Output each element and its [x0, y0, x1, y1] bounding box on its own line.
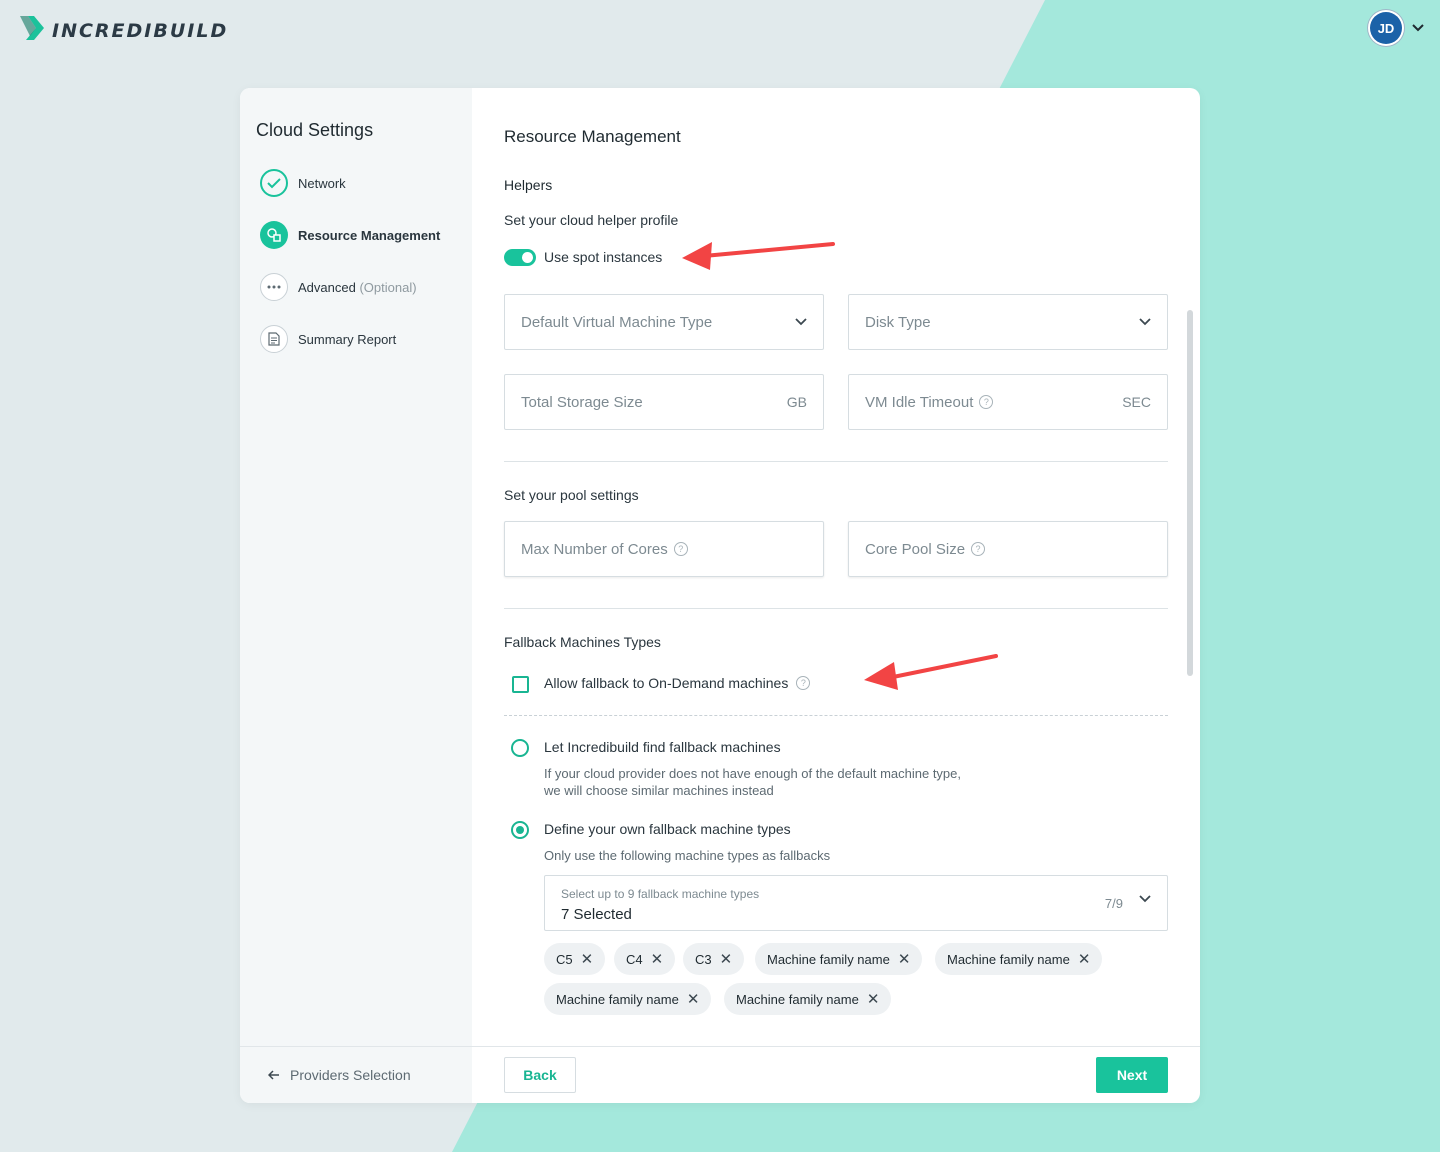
check-icon — [260, 169, 288, 197]
sidebar-item-label: Resource Management — [298, 227, 441, 243]
machine-chip: C4 ✕ — [614, 943, 676, 975]
machine-chip: C3 ✕ — [683, 943, 745, 975]
chip-label: C4 — [626, 951, 643, 967]
helpers-heading: Helpers — [504, 177, 553, 193]
back-button[interactable]: Back — [504, 1057, 576, 1093]
dashed-divider — [504, 715, 1168, 716]
disk-type-select[interactable]: Disk Type — [848, 294, 1168, 350]
allow-fallback-row: Allow fallback to On-Demand machines ? — [544, 675, 811, 691]
sidebar-item-network[interactable]: Network — [260, 169, 346, 197]
arrow-left-icon — [268, 1070, 279, 1080]
user-menu[interactable]: JD — [1370, 12, 1424, 44]
avatar[interactable]: JD — [1370, 12, 1402, 44]
incredibuild-logo[interactable]: INCREDIBUILD — [18, 14, 228, 42]
fallback-heading: Fallback Machines Types — [504, 634, 661, 650]
select-value: 7 Selected — [561, 906, 632, 923]
machine-chip: Machine family name ✕ — [755, 943, 923, 975]
chip-label: Machine family name — [947, 951, 1070, 967]
radio-custom-fallback[interactable] — [511, 821, 529, 839]
max-cores-placeholder: Max Number of Cores — [521, 540, 668, 558]
scrollbar[interactable] — [1187, 310, 1193, 676]
helper-profile-label: Set your cloud helper profile — [504, 212, 679, 228]
chip-label: Machine family name — [556, 991, 679, 1007]
chip-label: C3 — [695, 951, 712, 967]
pool-settings-heading: Set your pool settings — [504, 487, 639, 503]
custom-fallback-desc: Only use the following machine types as … — [544, 848, 831, 863]
select-placeholder: Select up to 9 fallback machine types — [561, 887, 760, 901]
logo-text: INCREDIBUILD — [52, 20, 229, 42]
sidebar-title: Cloud Settings — [256, 120, 374, 140]
providers-selection-link[interactable]: Providers Selection — [240, 1046, 472, 1103]
storage-unit: GB — [786, 394, 807, 410]
auto-fallback-desc-line2: we will choose similar machines instead — [544, 783, 774, 798]
chevron-down-icon — [1139, 895, 1151, 903]
vm-type-select[interactable]: Default Virtual Machine Type — [504, 294, 824, 350]
section-divider — [504, 608, 1168, 609]
remove-icon[interactable]: ✕ — [867, 990, 880, 1008]
sidebar-item-label: Network — [298, 175, 346, 191]
remove-icon[interactable]: ✕ — [581, 950, 594, 968]
spot-instances-toggle[interactable] — [504, 249, 536, 266]
chevron-down-icon — [795, 318, 807, 326]
chip-label: Machine family name — [736, 991, 859, 1007]
help-icon[interactable]: ? — [796, 676, 811, 690]
wizard-footer: Back Next — [472, 1046, 1200, 1103]
idle-timeout-unit: SEC — [1122, 394, 1151, 410]
section-divider — [504, 461, 1168, 462]
allow-fallback-checkbox[interactable] — [512, 676, 529, 693]
radio-auto-fallback[interactable] — [511, 739, 529, 757]
wizard-card: Cloud Settings Network Resource Manageme… — [240, 88, 1200, 1103]
fallback-machine-types-select[interactable]: Select up to 9 fallback machine types 7 … — [544, 875, 1168, 931]
help-icon[interactable]: ? — [673, 542, 688, 556]
machine-chip: Machine family name ✕ — [544, 983, 712, 1015]
chevron-down-icon[interactable] — [1412, 24, 1424, 32]
resources-icon — [260, 221, 288, 249]
auto-fallback-desc-line1: If your cloud provider does not have eno… — [544, 766, 961, 781]
providers-selection-label: Providers Selection — [290, 1067, 411, 1083]
custom-fallback-label: Define your own fallback machine types — [544, 821, 791, 837]
spot-instances-label: Use spot instances — [544, 249, 663, 265]
help-icon[interactable]: ? — [979, 395, 994, 409]
remove-icon[interactable]: ✕ — [898, 950, 911, 968]
storage-size-input[interactable]: Total Storage Size GB — [504, 374, 824, 430]
idle-timeout-input[interactable]: VM Idle Timeout ? SEC — [848, 374, 1168, 430]
next-button[interactable]: Next — [1096, 1057, 1168, 1093]
sidebar-item-summary-report[interactable]: Summary Report — [260, 325, 396, 353]
max-cores-input[interactable]: Max Number of Cores ? — [504, 521, 824, 577]
remove-icon[interactable]: ✕ — [651, 950, 664, 968]
machine-chip: Machine family name ✕ — [724, 983, 892, 1015]
logo-mark-icon — [20, 16, 44, 40]
remove-icon[interactable]: ✕ — [720, 950, 733, 968]
chip-label: C5 — [556, 951, 573, 967]
remove-icon[interactable]: ✕ — [1078, 950, 1091, 968]
storage-size-placeholder: Total Storage Size — [521, 393, 643, 411]
remove-icon[interactable]: ✕ — [687, 990, 700, 1008]
sidebar-item-label: Advanced (Optional) — [298, 279, 417, 295]
vm-type-placeholder: Default Virtual Machine Type — [521, 313, 713, 331]
machine-chip: C5 ✕ — [544, 943, 606, 975]
disk-type-placeholder: Disk Type — [865, 313, 931, 331]
allow-fallback-label: Allow fallback to On-Demand machines — [544, 675, 789, 691]
more-dots-icon — [260, 273, 288, 301]
core-pool-size-input[interactable]: Core Pool Size ? — [848, 521, 1168, 577]
core-pool-size-placeholder: Core Pool Size — [865, 540, 966, 558]
idle-timeout-placeholder: VM Idle Timeout — [865, 393, 974, 411]
wizard-sidebar: Cloud Settings Network Resource Manageme… — [240, 88, 472, 1103]
help-icon[interactable]: ? — [971, 542, 986, 556]
auto-fallback-label: Let Incredibuild find fallback machines — [544, 739, 781, 755]
sidebar-item-resource-management[interactable]: Resource Management — [260, 221, 440, 249]
optional-tag: (Optional) — [359, 279, 417, 295]
sidebar-item-label: Summary Report — [298, 331, 397, 347]
sidebar-item-advanced[interactable]: Advanced (Optional) — [260, 273, 417, 301]
chip-label: Machine family name — [767, 951, 890, 967]
main-panel: Resource Management Helpers Set your clo… — [472, 88, 1200, 1103]
document-icon — [260, 325, 288, 353]
page-title: Resource Management — [504, 127, 681, 146]
chevron-down-icon — [1139, 318, 1151, 326]
select-count: 7/9 — [1104, 896, 1123, 911]
machine-chip: Machine family name ✕ — [935, 943, 1103, 975]
